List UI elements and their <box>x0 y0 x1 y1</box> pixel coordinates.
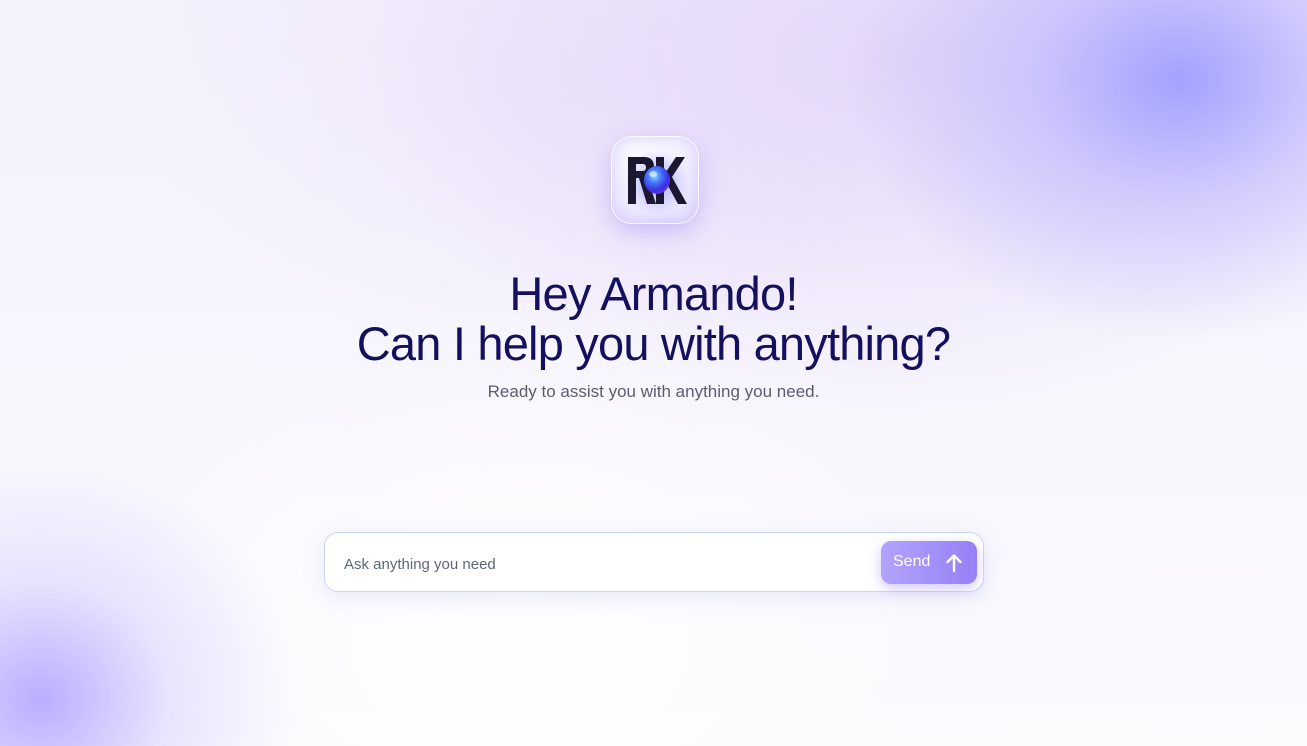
send-button[interactable]: Send <box>881 541 977 584</box>
chat-input[interactable] <box>342 551 866 577</box>
greeting-question: Can I help you with anything? <box>356 317 951 370</box>
chat-composer: Send <box>324 532 984 592</box>
greeting-title: Hey Armando! <box>509 267 798 320</box>
send-button-label: Send <box>893 553 931 570</box>
rk-logo-icon <box>625 150 689 214</box>
greeting-subtitle: Ready to assist you with anything you ne… <box>487 382 820 401</box>
arrow-up-icon <box>946 554 962 573</box>
app-logo <box>612 137 698 223</box>
page-background <box>0 0 1307 746</box>
